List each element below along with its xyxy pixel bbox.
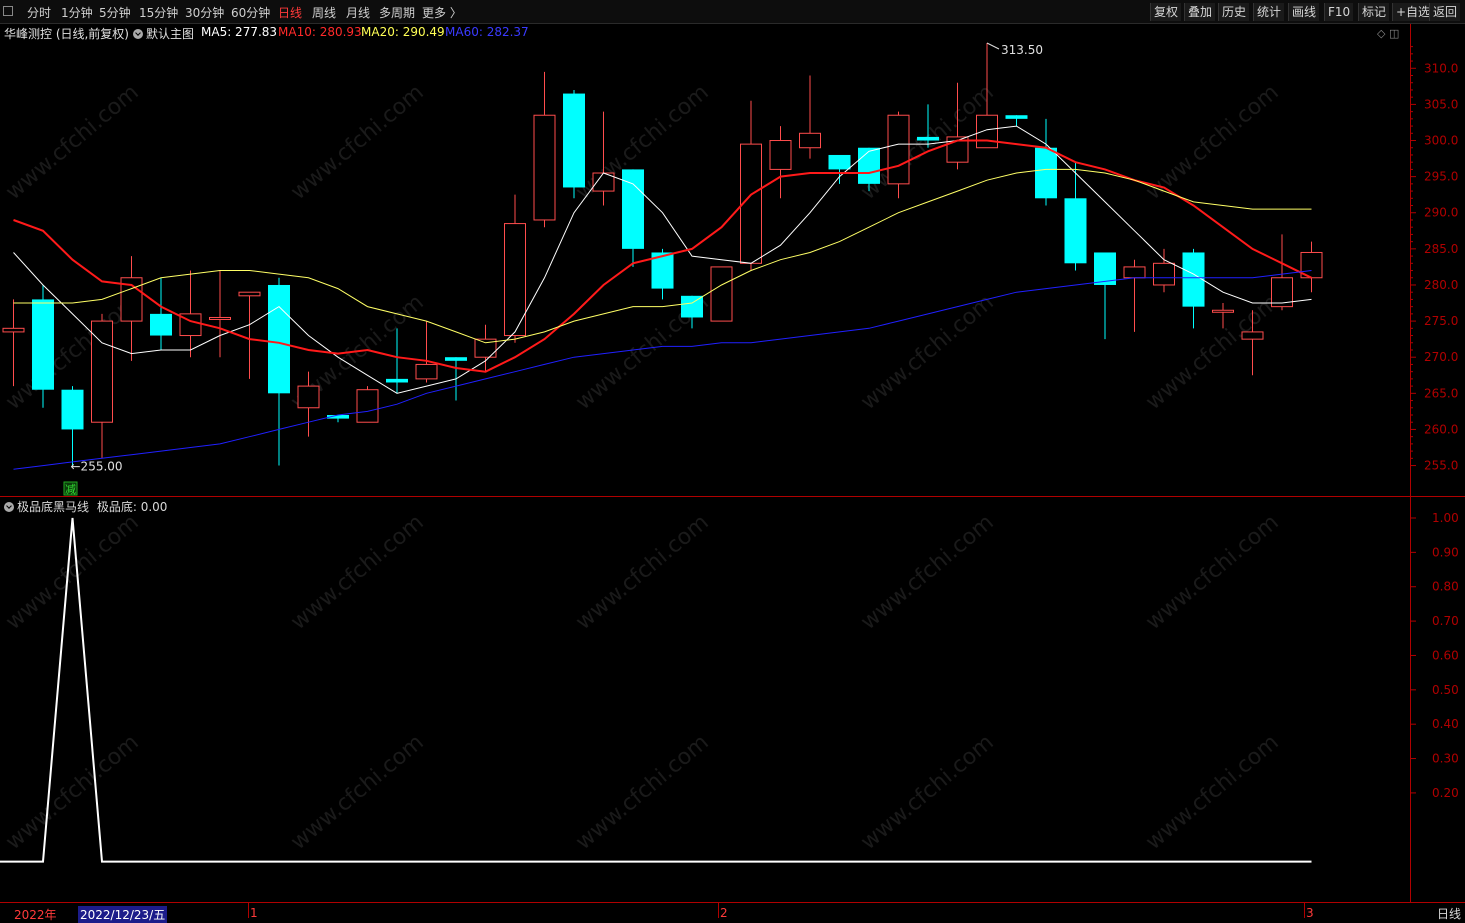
ind-tick-label: 0.70 [1432, 614, 1459, 628]
low-price-label: ←255.00 [71, 460, 123, 474]
date-axis: 2022年 2022/12/23/五 1 2 3 [0, 903, 1465, 923]
candle-body [32, 299, 54, 390]
month-label-1: 1 [250, 906, 258, 920]
price-tick-label: 265.0 [1424, 386, 1458, 400]
price-tick-label: 270.0 [1424, 350, 1458, 364]
candle-body [297, 385, 320, 409]
template-selector[interactable]: 默认主图 [133, 25, 194, 42]
candle-body [1064, 198, 1087, 264]
price-tick-label: 285.0 [1424, 242, 1458, 256]
ind-tick-label: 0.90 [1432, 545, 1459, 559]
price-tick-label: 275.0 [1424, 314, 1458, 328]
month-label-2: 2 [720, 906, 728, 920]
dropdown-icon [4, 502, 14, 512]
kline-chart: 255.0 260.0 265.0 270.0 275.0 280.0 285.0 290.0… [0, 24, 1465, 918]
candle-body [1182, 252, 1205, 307]
candle-body [1212, 309, 1234, 313]
ind-tick-label: 0.40 [1432, 717, 1459, 731]
price-tick-label: 295.0 [1424, 170, 1458, 184]
candle-body [386, 378, 408, 383]
candle-body [858, 147, 880, 184]
ma60-label: MA60: 282.37 [445, 25, 529, 39]
candle-body [356, 389, 379, 423]
indicator-value: 极品底: 0.00 [96, 500, 168, 514]
candle-body [1123, 266, 1146, 279]
candle-body [2, 327, 25, 333]
ind-tick-label: 0.20 [1432, 786, 1459, 800]
date-year-label: 2022年 [14, 908, 57, 922]
high-marker-line [986, 42, 1000, 50]
restore-icon[interactable]: ◫ [1389, 27, 1399, 40]
candle-body [1241, 331, 1264, 340]
candle-body [150, 313, 172, 336]
ma20-label: MA20: 290.49 [361, 25, 445, 39]
candle-body [769, 140, 792, 170]
candle-body [710, 266, 733, 322]
indicator-legend: 极品底黑马线 极品底: 0.00 [4, 498, 167, 515]
price-tick-label: 305.0 [1424, 97, 1458, 111]
candle-body [61, 389, 84, 430]
candle-body [681, 295, 703, 318]
ind-tick-label: 0.30 [1432, 752, 1459, 766]
ma5-label: MA5: 277.83 [201, 25, 278, 39]
candle-body [238, 291, 261, 297]
candle-body [1153, 262, 1175, 286]
candle-body [563, 93, 585, 188]
price-tick-label: 255.0 [1424, 459, 1458, 473]
template-label: 默认主图 [146, 27, 195, 41]
ind-tick-label: 0.80 [1432, 580, 1459, 594]
candle-body [533, 114, 556, 221]
candle-body [209, 316, 231, 320]
price-tick-label: 310.0 [1424, 61, 1458, 75]
ma-line-ma60 [13, 270, 1312, 470]
indicator-line [0, 517, 1312, 863]
ma10-label: MA10: 280.93 [278, 25, 362, 39]
ind-tick-label: 0.60 [1432, 648, 1459, 662]
month-label-3: 3 [1306, 906, 1314, 920]
ma-line-ma10 [13, 139, 1312, 373]
stock-name-label: 华峰测控 (日线,前复权) [4, 27, 129, 41]
candle-body [268, 284, 290, 394]
indicator-name: 极品底黑马线 [17, 500, 90, 514]
price-tick-label: 290.0 [1424, 206, 1458, 220]
dropdown-icon [133, 29, 143, 39]
ind-tick-label: 1.00 [1432, 511, 1459, 525]
signal-label: 减 [65, 483, 76, 496]
candle-body [415, 363, 438, 380]
candle-body [976, 114, 998, 149]
diamond-icon[interactable]: ◇ [1377, 27, 1385, 40]
candle-body [799, 132, 821, 149]
candle-body [887, 114, 910, 185]
ind-tick-label: 0.50 [1432, 683, 1459, 697]
candle-body [917, 136, 939, 141]
candle-body [1035, 147, 1057, 199]
candle-body [1005, 115, 1028, 119]
price-tick-label: 300.0 [1424, 134, 1458, 148]
daily-tab[interactable]: 日线 [1437, 905, 1461, 922]
price-tick-label: 260.0 [1424, 422, 1458, 436]
candle-body [445, 357, 467, 361]
candle-body [828, 154, 851, 170]
cursor-date-label: 2022/12/23/五 [78, 906, 168, 923]
panel-controls: ◇ ◫ [1377, 27, 1399, 40]
price-tick-label: 280.0 [1424, 278, 1458, 292]
indicator-selector[interactable]: 极品底黑马线 [4, 500, 89, 514]
high-price-label: 313.50 [1001, 43, 1043, 57]
